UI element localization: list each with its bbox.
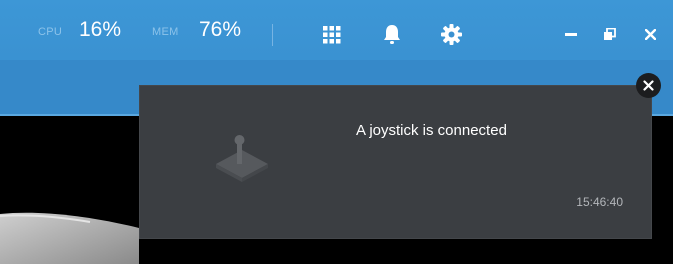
cpu-value: 16%: [79, 18, 122, 41]
minimize-icon[interactable]: [565, 33, 577, 37]
mem-label: MEM: [152, 26, 179, 38]
mem-value: 76%: [199, 18, 242, 41]
top-bar: CPU 16% MEM 76%: [0, 0, 673, 66]
restore-icon[interactable]: [603, 28, 616, 41]
close-icon[interactable]: [645, 29, 656, 40]
joystick-icon: [216, 135, 268, 182]
divider: [272, 24, 273, 46]
close-icon: [643, 80, 654, 91]
notification-time: 15:46:40: [576, 195, 623, 209]
gear-icon[interactable]: [441, 24, 462, 45]
notification-toast: A joystick is connected 15:46:40: [139, 85, 652, 239]
notification-message: A joystick is connected: [356, 122, 507, 139]
cpu-label: CPU: [38, 26, 63, 38]
bell-icon[interactable]: [383, 24, 401, 45]
notification-close-button[interactable]: [636, 73, 661, 98]
apps-grid-icon[interactable]: [323, 26, 341, 44]
